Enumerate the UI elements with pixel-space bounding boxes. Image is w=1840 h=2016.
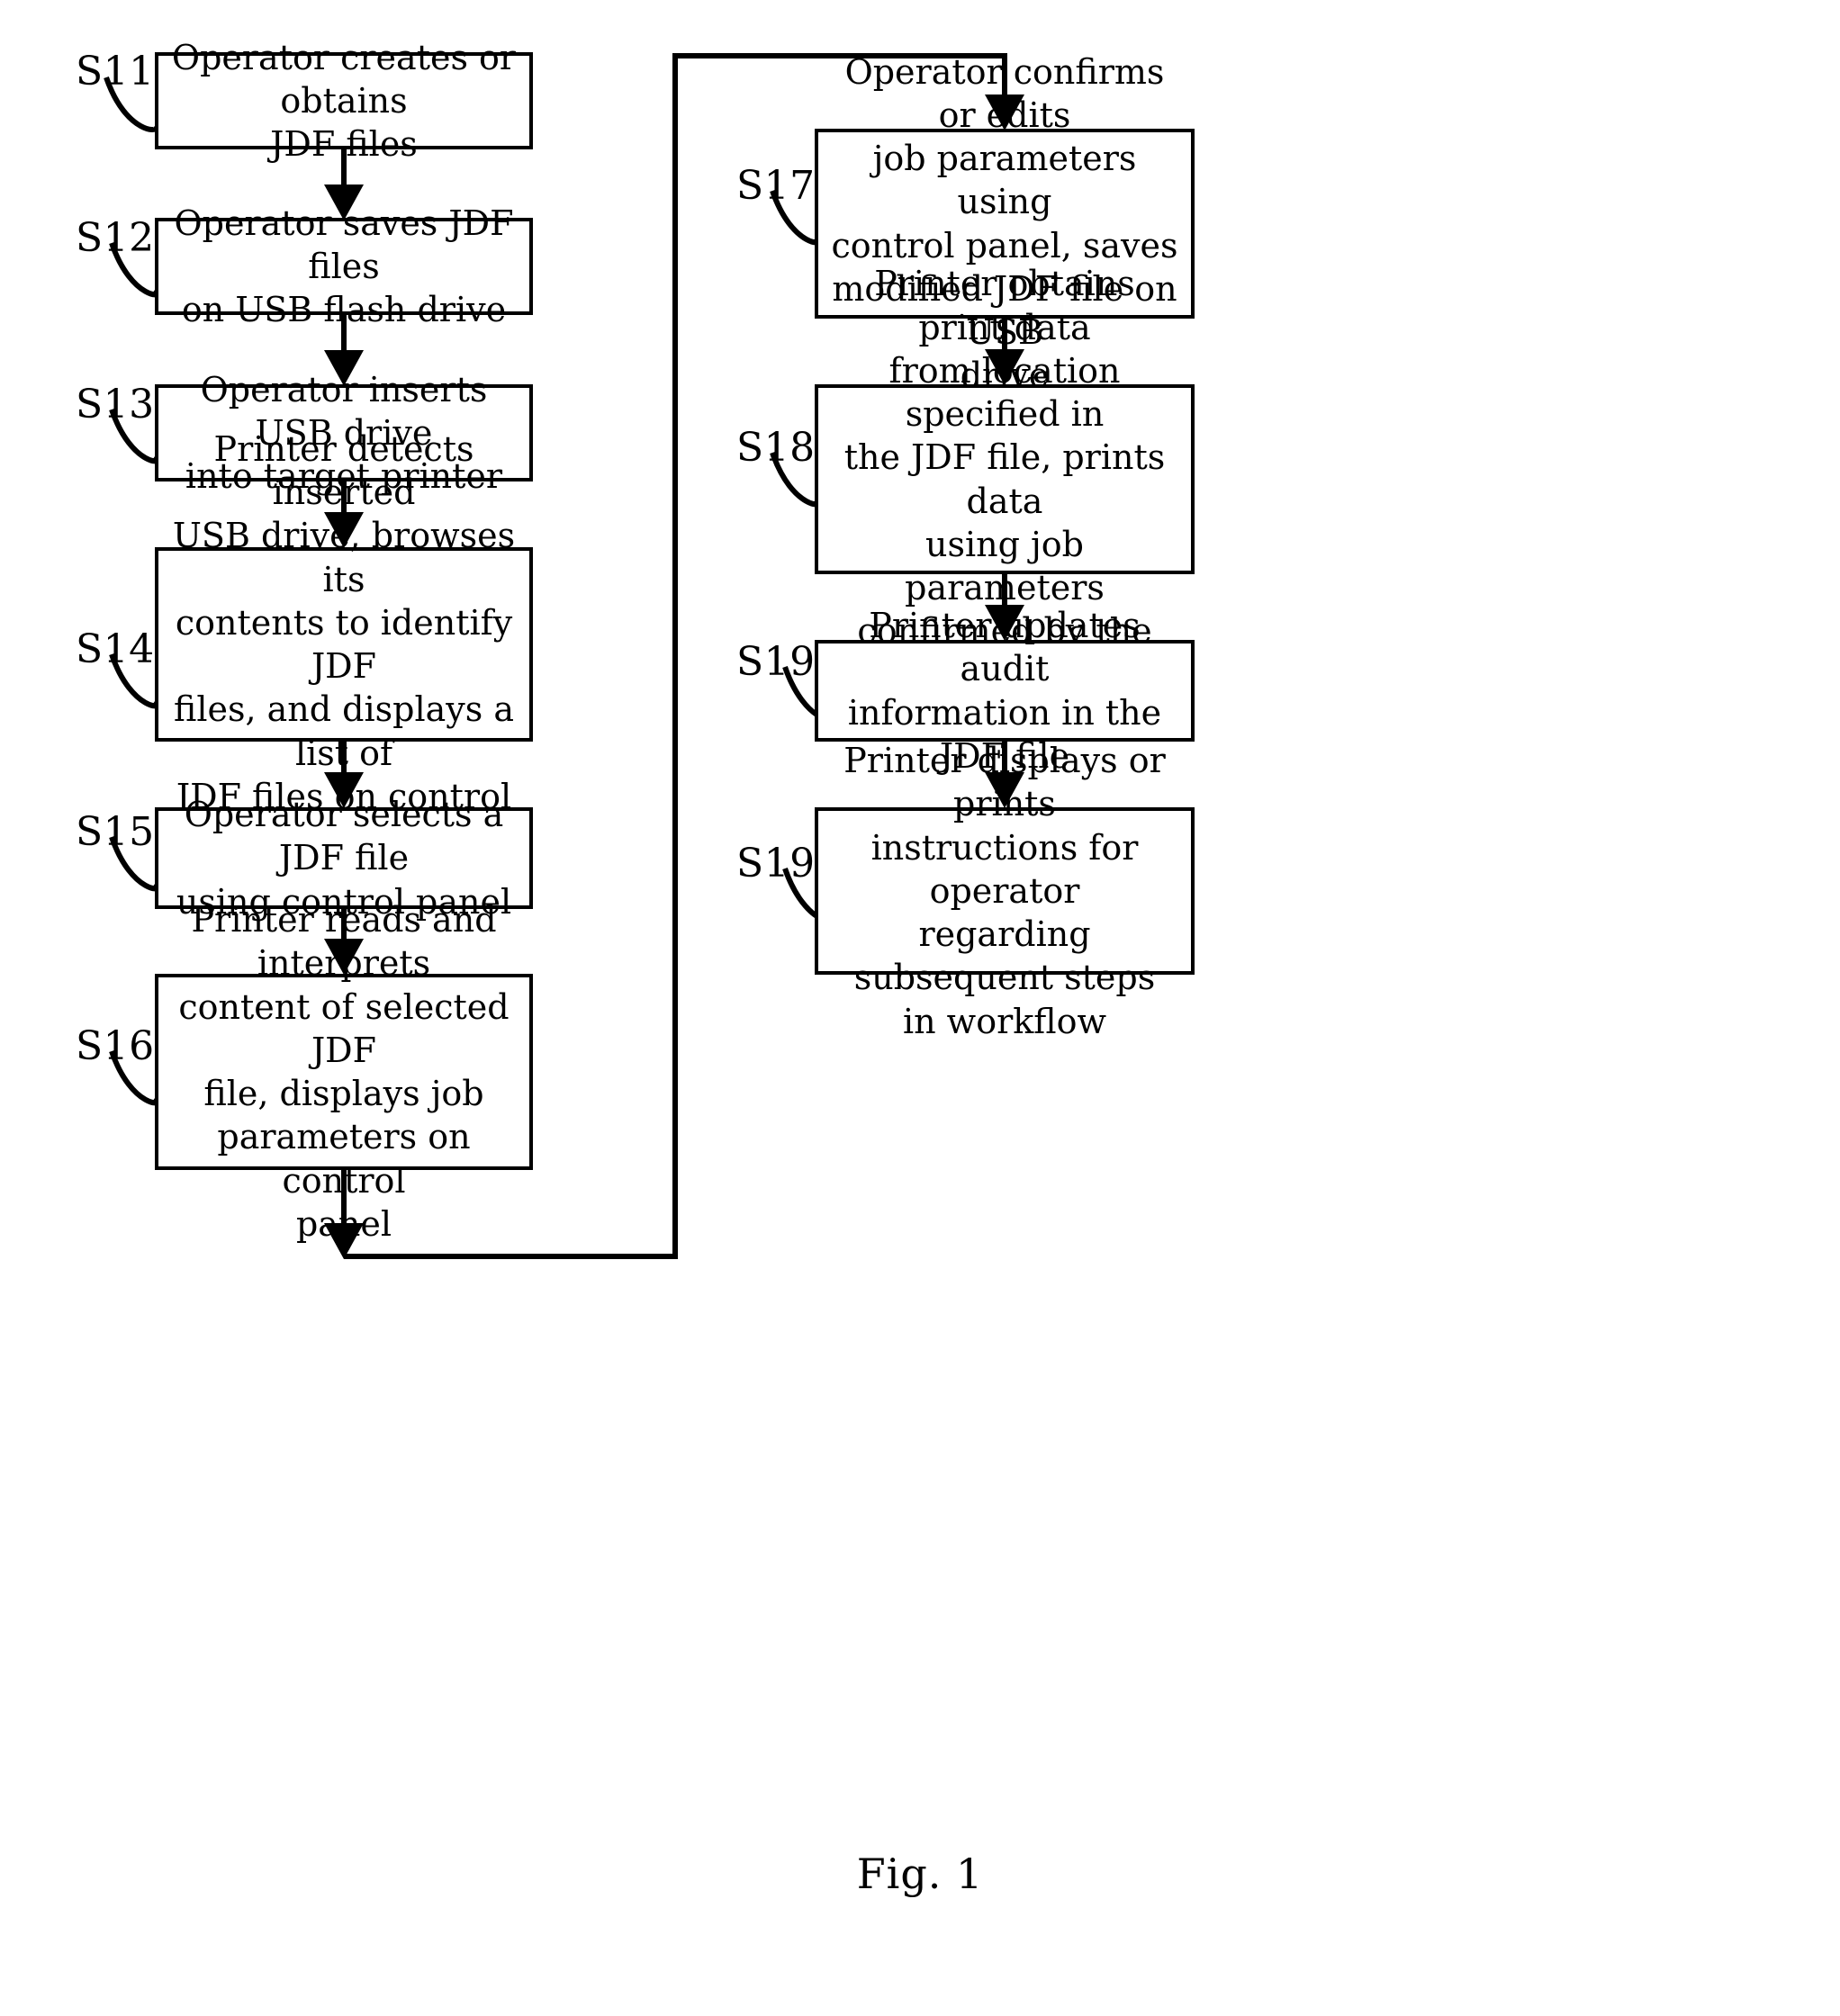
process-box-s19b: Printer displays or prints instructions … [815,741,1195,1041]
figure-caption: Fig. 1 [856,1850,984,1898]
step-label-s15: S15 [76,809,155,855]
step-label-s17: S17 [736,163,816,209]
process-box-s11: Operator creates or obtains JDF files [155,38,533,164]
step-label-s16: S16 [76,1023,155,1069]
step-label-s12: S12 [76,215,155,261]
process-box-s14: Printer detects inserted USB drive, brow… [155,429,533,860]
process-box-s15: Operator selects a JDF file using contro… [155,795,533,922]
process-box-s18: Printer obtains print data from location… [815,264,1195,695]
step-label-s18: S18 [736,425,816,471]
process-box-s12: Operator saves JDF files on USB flash dr… [155,203,533,329]
step-label-s11: S11 [76,49,155,94]
figure-canvas: S11 S12 S13 S14 S15 S16 S17 S18 S19A S19… [0,0,1840,2016]
step-label-s13: S13 [76,382,155,428]
step-label-s14: S14 [76,626,155,672]
process-box-s19a: Printer updates audit information in the… [815,606,1195,776]
process-box-s16: Printer reads and interprets content of … [155,900,533,1244]
